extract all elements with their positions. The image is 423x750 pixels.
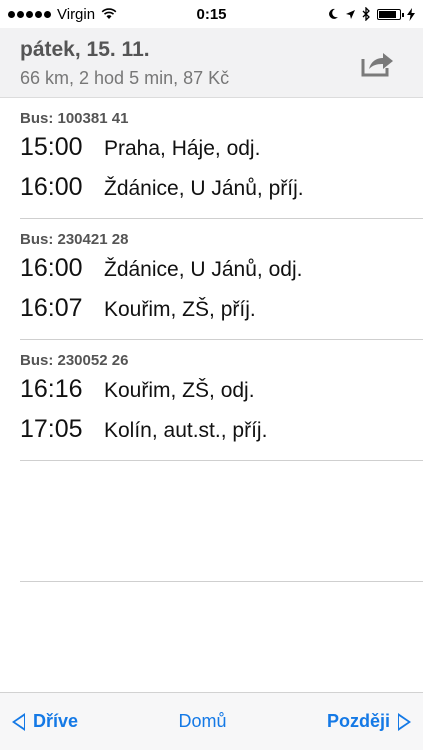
- stop-time: 16:00: [20, 173, 83, 201]
- bus-segment-3[interactable]: Bus: 230052 26 16:16 Kouřim, ZŠ, odj. 17…: [20, 340, 423, 461]
- share-button[interactable]: [357, 46, 397, 82]
- stop-time: 15:00: [20, 133, 83, 161]
- bottom-toolbar: Dříve Domů Později: [0, 692, 423, 750]
- bus-label: Bus: 230421 28: [20, 231, 129, 248]
- stop-row: 16:07 Kouřim, ZŠ, příj.: [20, 294, 423, 328]
- stop-time: 16:07: [20, 294, 83, 322]
- stop-place: Kolín, aut.st., příj.: [104, 419, 268, 442]
- later-label: Později: [326, 711, 390, 731]
- stop-row: 15:00 Praha, Háje, odj.: [20, 133, 423, 167]
- stop-place: Kouřim, ZŠ, odj.: [104, 379, 255, 402]
- status-right: [327, 7, 415, 21]
- battery-icon: [377, 8, 404, 20]
- trip-header: pátek, 15. 11. 66 km, 2 hod 5 min, 87 Kč: [0, 28, 423, 98]
- carrier-label: Virgin: [57, 5, 96, 23]
- stop-place: Ždánice, U Jánů, příj.: [104, 177, 304, 200]
- arrow-right-icon: [398, 712, 411, 731]
- empty-list-row: [20, 461, 423, 582]
- later-button[interactable]: Později: [327, 711, 411, 732]
- stop-row: 16:00 Ždánice, U Jánů, příj.: [20, 173, 423, 207]
- bus-label: Bus: 230052 26: [20, 352, 129, 369]
- share-icon: [361, 53, 393, 77]
- home-label: Domů: [178, 711, 227, 731]
- bus-label: Bus: 100381 41: [20, 110, 129, 127]
- stop-place: Kouřim, ZŠ, příj.: [104, 298, 256, 321]
- moon-icon: [329, 8, 338, 19]
- wifi-icon: [101, 8, 117, 19]
- bluetooth-icon: [362, 7, 370, 21]
- trip-summary: 66 km, 2 hod 5 min, 87 Kč: [20, 68, 230, 88]
- status-bar: Virgin 0:15: [0, 0, 423, 28]
- clock: 0:15: [196, 5, 227, 23]
- bus-segment-2[interactable]: Bus: 230421 28 16:00 Ždánice, U Jánů, od…: [20, 219, 423, 340]
- stop-time: 16:16: [20, 375, 83, 403]
- stop-time: 16:00: [20, 254, 83, 282]
- home-button[interactable]: Domů: [179, 711, 227, 732]
- earlier-label: Dříve: [33, 711, 79, 731]
- status-left: Virgin: [8, 6, 117, 23]
- stop-place: Praha, Háje, odj.: [104, 137, 261, 160]
- stop-row: 16:16 Kouřim, ZŠ, odj.: [20, 375, 423, 409]
- location-arrow-icon: [346, 9, 355, 19]
- charging-bolt-icon: [407, 7, 415, 21]
- arrow-left-icon: [12, 712, 25, 731]
- segment-list: Bus: 100381 41 15:00 Praha, Háje, odj. 1…: [0, 98, 423, 582]
- stop-place: Ždánice, U Jánů, odj.: [104, 258, 303, 281]
- stop-row: 16:00 Ždánice, U Jánů, odj.: [20, 254, 423, 288]
- stop-time: 17:05: [20, 415, 83, 443]
- trip-date: pátek, 15. 11.: [20, 38, 150, 61]
- earlier-button[interactable]: Dříve: [12, 711, 78, 732]
- bus-segment-1[interactable]: Bus: 100381 41 15:00 Praha, Háje, odj. 1…: [20, 98, 423, 219]
- stop-row: 17:05 Kolín, aut.st., příj.: [20, 415, 423, 449]
- signal-strength-icon: [8, 10, 51, 18]
